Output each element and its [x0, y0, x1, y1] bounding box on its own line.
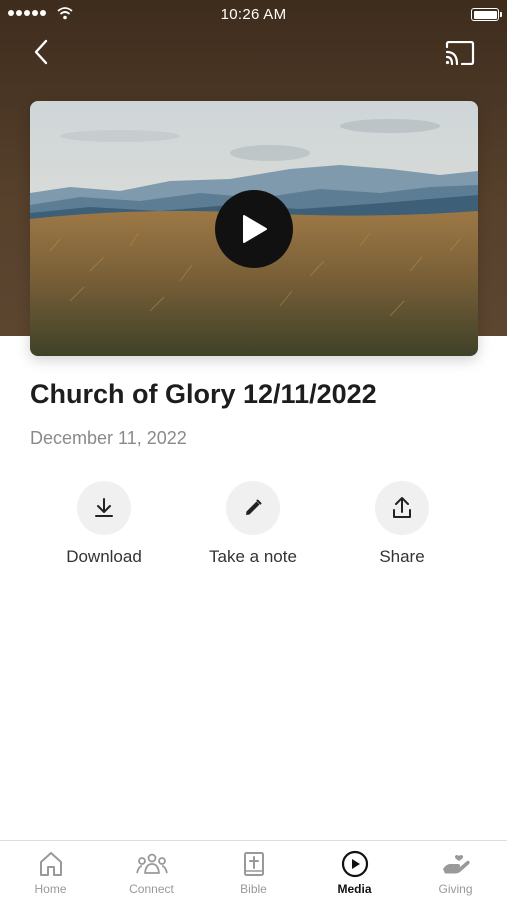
download-button[interactable]: Download	[29, 481, 179, 567]
chevron-left-icon	[34, 39, 48, 65]
media-date: December 11, 2022	[30, 428, 187, 448]
share-button[interactable]: Share	[327, 481, 477, 567]
play-button[interactable]	[215, 190, 293, 268]
play-icon	[243, 215, 267, 243]
battery-icon	[471, 8, 502, 21]
bible-icon	[243, 852, 264, 876]
tab-giving[interactable]: Giving	[405, 841, 506, 901]
take-note-circle[interactable]	[226, 481, 280, 535]
status-time: 10:26 AM	[220, 6, 287, 23]
download-label: Download	[66, 547, 142, 566]
home-icon	[39, 852, 62, 876]
play-circle-icon	[341, 850, 368, 878]
tab-home[interactable]: Home	[0, 841, 101, 901]
tab-giving-label: Giving	[438, 882, 473, 896]
tab-bible[interactable]: Bible	[203, 841, 304, 901]
download-icon	[95, 498, 113, 517]
tab-bible-label: Bible	[240, 882, 267, 896]
download-circle[interactable]	[77, 481, 131, 535]
pencil-icon	[246, 499, 262, 515]
tab-home-label: Home	[34, 882, 67, 896]
cast-icon	[445, 41, 475, 65]
tab-media-label: Media	[337, 882, 372, 896]
tab-media[interactable]: Media	[304, 841, 405, 901]
take-note-label: Take a note	[209, 547, 297, 566]
giving-hand-icon	[442, 855, 470, 874]
share-circle[interactable]	[375, 481, 429, 535]
people-icon	[135, 853, 168, 874]
tab-bar: Home Connect Bible Media Giving	[0, 840, 507, 901]
tab-connect-label: Connect	[129, 882, 174, 896]
cast-button[interactable]	[440, 36, 480, 70]
video-player[interactable]	[30, 101, 478, 356]
status-bar: 10:26 AM	[0, 0, 507, 28]
share-icon	[393, 497, 411, 518]
media-title: Church of Glory 12/11/2022	[30, 379, 377, 409]
back-button[interactable]	[26, 36, 56, 68]
take-note-button[interactable]: Take a note	[178, 481, 328, 567]
share-label: Share	[379, 547, 425, 566]
tab-connect[interactable]: Connect	[101, 841, 202, 901]
